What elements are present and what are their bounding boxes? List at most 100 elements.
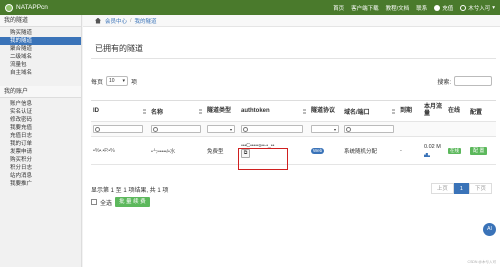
- config-button[interactable]: 配 置: [470, 146, 488, 155]
- cell-protocol: Web: [309, 147, 342, 154]
- search-icon: [95, 126, 100, 132]
- next-page-button[interactable]: 下页: [468, 183, 492, 194]
- sidebar-item-traffic-pack[interactable]: 流量包: [0, 61, 81, 69]
- header-expire-label: 到期: [400, 107, 413, 114]
- table-row: •%•.•P.•% •ㄣ•••••/•水 免费型 •••C•••••s••-•_…: [91, 137, 496, 165]
- sidebar-item-buy-tunnel[interactable]: 购买隧道: [0, 29, 81, 37]
- select-all-label: 全选: [100, 200, 113, 207]
- search-icon: [346, 126, 351, 132]
- breadcrumb-separator: /: [130, 17, 132, 24]
- sidebar-item-aggregate-tunnel[interactable]: 聚合隧道: [0, 45, 81, 53]
- sidebar-item-buy-points[interactable]: 购买积分: [0, 156, 81, 164]
- nav-link-contact[interactable]: 联系: [416, 4, 427, 12]
- page-length-control: 每页 10 ▾ 项: [91, 76, 137, 86]
- header-config-label: 配置: [470, 109, 483, 116]
- filter-type-select[interactable]: ▾: [207, 125, 235, 133]
- col-header-traffic[interactable]: 本月流量: [422, 104, 446, 118]
- prev-page-button[interactable]: 上页: [430, 183, 454, 194]
- page-length-prefix: 每页: [91, 79, 104, 86]
- table-filter-row: ▾ ▾: [91, 122, 496, 137]
- sidebar-item-recharge[interactable]: 我要充值: [0, 124, 81, 132]
- authtoken-highlight-box: [238, 148, 288, 170]
- sidebar-item-orders[interactable]: 我的订单: [0, 140, 81, 148]
- ai-assistant-button[interactable]: AI: [483, 223, 496, 236]
- col-header-name[interactable]: 名称: [149, 107, 205, 116]
- col-header-config: 配置: [468, 107, 496, 116]
- search-control: 搜索:: [437, 76, 492, 86]
- sidebar-item-my-tunnels[interactable]: 我的隧道: [0, 37, 81, 45]
- bulk-renew-button[interactable]: 批 量 续 费: [115, 197, 150, 207]
- chart-icon[interactable]: [424, 153, 430, 157]
- sidebar-section-account: 我的账户: [0, 86, 81, 98]
- top-navbar: NATAPPcn 首页 客户端下载 教程/文档 联系 充值 木兮入可 ▾: [0, 0, 500, 15]
- header-traffic-label: 本月流量: [424, 104, 443, 117]
- page-length-suffix: 项: [131, 79, 138, 86]
- search-icon: [153, 126, 158, 132]
- select-all-checkbox[interactable]: [91, 199, 97, 205]
- home-icon: [95, 17, 101, 24]
- sidebar-item-subdomain[interactable]: 二级域名: [0, 53, 81, 61]
- sidebar-item-messages[interactable]: 站内消息: [0, 172, 81, 180]
- search-label: 搜索:: [437, 79, 451, 86]
- brand-name: NATAPPcn: [16, 4, 48, 11]
- col-header-id[interactable]: ID: [91, 108, 149, 114]
- breadcrumb-member-center[interactable]: 会员中心: [105, 17, 127, 25]
- sidebar-item-verification[interactable]: 实名认证: [0, 108, 81, 116]
- sort-icon: [392, 109, 395, 114]
- user-icon: [460, 4, 467, 11]
- sort-icon: [143, 109, 146, 114]
- filter-name-input[interactable]: [151, 125, 201, 133]
- cell-config: 配 置: [468, 146, 496, 155]
- header-protocol-label: 隧道协议: [311, 107, 336, 114]
- sidebar-item-recharge-log[interactable]: 充值日志: [0, 132, 81, 140]
- search-icon: [243, 126, 248, 132]
- breadcrumb-current[interactable]: 我的隧道: [135, 17, 157, 25]
- sidebar-item-invoice[interactable]: 发票申请: [0, 148, 81, 156]
- chevron-down-icon: ▾: [229, 126, 232, 132]
- tunnel-table: ID 名称 隧道类型 authtoken 隧道协议 域名/端口 到期 本月流量 …: [91, 100, 496, 165]
- status-badge: 在线: [448, 147, 461, 154]
- filter-authtoken-input[interactable]: [241, 125, 303, 133]
- header-type-label: 隧道类型: [207, 107, 232, 114]
- cell-online: 在线: [446, 147, 468, 154]
- coin-icon: [434, 4, 441, 11]
- user-menu[interactable]: 木兮入可 ▾: [460, 4, 495, 12]
- search-input[interactable]: [454, 76, 492, 86]
- header-online-label: 在线: [448, 107, 461, 114]
- protocol-badge: Web: [311, 147, 325, 154]
- col-header-domain[interactable]: 域名/端口: [342, 107, 398, 116]
- header-domain-label: 域名/端口: [344, 109, 370, 116]
- bulk-actions: 全选 批 量 续 费: [91, 197, 150, 207]
- sidebar-item-custom-domain[interactable]: 自主域名: [0, 69, 81, 77]
- nav-link-client-download[interactable]: 客户端下载: [351, 4, 379, 12]
- col-header-protocol[interactable]: 隧道协议: [309, 108, 342, 115]
- header-authtoken-label: authtoken: [241, 108, 270, 114]
- sidebar-item-account-info[interactable]: 账户信息: [0, 100, 81, 108]
- sidebar-item-change-password[interactable]: 修改密码: [0, 116, 81, 124]
- brand-logo[interactable]: NATAPPcn: [5, 3, 48, 12]
- main-content: 会员中心 / 我的隧道 已拥有的隧道 每页 10 ▾ 项 搜索: ID 名称 隧…: [83, 15, 500, 267]
- sidebar-item-points-log[interactable]: 积分日志: [0, 164, 81, 172]
- divider: [91, 58, 496, 59]
- recharge-link[interactable]: 充值: [434, 4, 453, 12]
- filter-id-input[interactable]: [93, 125, 143, 133]
- col-header-authtoken[interactable]: authtoken: [239, 108, 309, 114]
- page-1-button[interactable]: 1: [453, 183, 469, 194]
- filter-domain-input[interactable]: [344, 125, 394, 133]
- nav-link-home[interactable]: 首页: [333, 4, 344, 12]
- col-header-online[interactable]: 在线: [446, 108, 468, 115]
- cell-traffic: 0.02 M: [422, 144, 446, 157]
- nav-link-docs[interactable]: 教程/文档: [386, 4, 410, 12]
- page-length-select[interactable]: 10 ▾: [106, 76, 129, 86]
- sidebar-item-promote[interactable]: 我要推广: [0, 180, 81, 188]
- table-header-row: ID 名称 隧道类型 authtoken 隧道协议 域名/端口 到期 本月流量 …: [91, 101, 496, 122]
- chevron-down-icon: ▾: [492, 4, 495, 11]
- chevron-down-icon: ▾: [333, 126, 336, 132]
- breadcrumb: 会员中心 / 我的隧道: [83, 15, 500, 27]
- recharge-label: 充值: [442, 5, 454, 12]
- filter-protocol-select[interactable]: ▾: [311, 125, 339, 133]
- page-length-value: 10: [109, 78, 115, 84]
- col-header-type[interactable]: 隧道类型: [205, 108, 239, 115]
- sort-icon: [303, 109, 306, 114]
- col-header-expire[interactable]: 到期: [398, 108, 422, 115]
